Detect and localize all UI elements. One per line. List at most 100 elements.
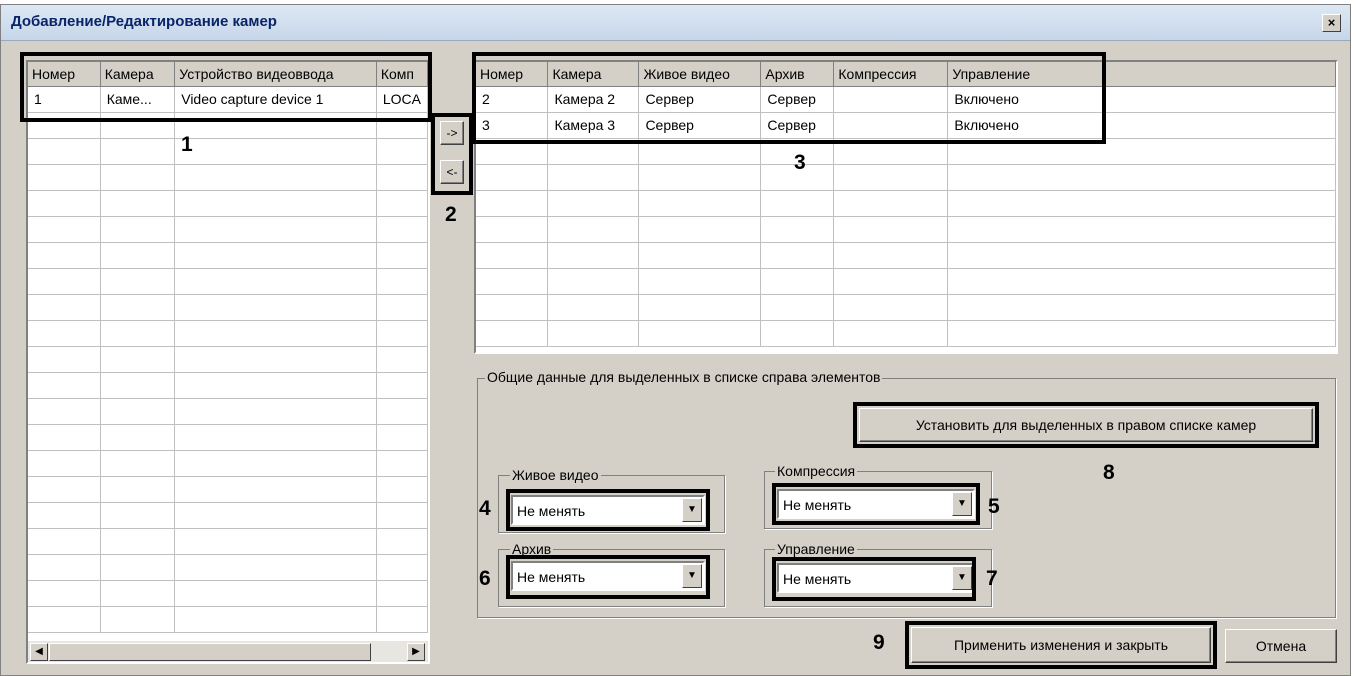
table-cell [100,528,176,555]
table-cell [547,164,640,191]
scroll-thumb[interactable] [49,643,371,661]
table-cell: Камера 3 [547,112,640,139]
table-cell [476,320,549,347]
column-header[interactable]: Управление [947,62,1336,87]
table-cell: Включено [947,86,1336,113]
table-row[interactable] [28,606,428,633]
cancel-button[interactable]: Отмена [1225,629,1337,663]
table-cell [376,112,428,139]
table-row[interactable] [28,112,428,139]
scroll-left-button[interactable]: ◀ [30,643,48,661]
table-cell [174,476,377,503]
remove-camera-button[interactable]: <- [440,160,464,184]
callout-8: 8 [1103,461,1115,484]
dropdown-arrow-icon[interactable]: ▼ [952,492,972,516]
table-cell [947,242,1336,269]
table-row[interactable] [28,528,428,555]
table-row[interactable] [476,164,1336,191]
table-row[interactable] [28,294,428,321]
column-header[interactable]: Живое видео [638,62,762,87]
table-row[interactable] [28,216,428,243]
live-video-select[interactable]: Не менять ▼ [511,495,705,525]
column-header[interactable]: Номер [476,62,549,87]
control-select[interactable]: Не менять ▼ [777,563,975,593]
column-header[interactable]: Камера [547,62,640,87]
table-cell [547,216,640,243]
table-row[interactable]: 1 Каме... Video capture device 1 LOCA [28,86,428,113]
dropdown-arrow-icon[interactable]: ▼ [952,566,972,590]
add-camera-button[interactable]: -> [440,121,464,145]
table-row[interactable]: 2 Камера 2 Сервер Сервер Включено [476,86,1336,113]
table-cell: Каме... [100,86,176,113]
column-header[interactable]: Устройство видеоввода [174,62,377,87]
table-cell [28,580,101,607]
dropdown-arrow-icon[interactable]: ▼ [682,498,702,522]
column-header[interactable]: Комп [376,62,428,87]
table-row[interactable] [476,268,1336,295]
table-row[interactable] [28,450,428,477]
dropdown-arrow-icon[interactable]: ▼ [682,564,702,588]
table-cell [174,216,377,243]
table-row[interactable] [28,242,428,269]
table-cell: Включено [947,112,1336,139]
table-cell [28,190,101,217]
apply-to-selected-button[interactable]: Установить для выделенных в правом списк… [859,408,1313,442]
table-cell: Камера 2 [547,86,640,113]
table-cell [638,294,762,321]
table-cell [638,268,762,295]
table-row[interactable] [28,372,428,399]
table-row[interactable] [476,294,1336,321]
table-row[interactable] [476,138,1336,165]
table-row[interactable] [476,320,1336,347]
horizontal-scrollbar[interactable]: ◀ ▶ [28,640,428,662]
table-cell [376,606,428,633]
table-cell: Сервер [760,86,835,113]
table-row[interactable] [28,164,428,191]
column-header[interactable]: Компрессия [833,62,949,87]
table-cell [638,216,762,243]
column-header[interactable]: Камера [100,62,176,87]
table-row[interactable] [476,242,1336,269]
archive-select[interactable]: Не менять ▼ [511,561,705,591]
table-row[interactable] [28,346,428,373]
table-cell [476,138,549,165]
table-cell [100,112,176,139]
table-row[interactable]: 3 Камера 3 Сервер Сервер Включено [476,112,1336,139]
table-cell [376,320,428,347]
table-cell [174,398,377,425]
table-cell [833,268,949,295]
table-cell [174,320,377,347]
table-row[interactable] [28,554,428,581]
table-cell [100,294,176,321]
available-cameras-table[interactable]: Номер Камера Устройство видеоввода Комп 1 Ка… [26,60,430,664]
column-header[interactable]: Номер [28,62,101,87]
scroll-right-button[interactable]: ▶ [407,643,425,661]
table-row[interactable] [28,398,428,425]
table-cell [476,216,549,243]
table-cell [28,268,101,295]
table-row[interactable] [28,476,428,503]
selected-cameras-table[interactable]: Номер Камера Живое видео Архив Компрессия Упр… [474,60,1338,354]
close-button[interactable]: × [1322,14,1341,32]
compression-select[interactable]: Не менять ▼ [777,489,975,519]
table-row[interactable] [28,138,428,165]
table-row[interactable] [28,190,428,217]
table-cell [100,164,176,191]
table-cell [833,320,949,347]
apply-and-close-button[interactable]: Применить изменения и закрыть [911,627,1211,663]
column-header[interactable]: Архив [760,62,835,87]
table-row[interactable] [28,320,428,347]
control-label: Управление [775,541,857,557]
table-row[interactable] [476,216,1336,243]
table-row[interactable] [28,424,428,451]
table-row[interactable] [28,268,428,295]
table-row[interactable] [28,502,428,529]
table-cell [174,268,377,295]
table-row[interactable] [28,580,428,607]
table-row[interactable] [476,190,1336,217]
table-cell [376,554,428,581]
callout-5: 5 [988,495,1000,518]
table-cell [947,320,1336,347]
table-cell [100,138,176,165]
table-cell [28,372,101,399]
